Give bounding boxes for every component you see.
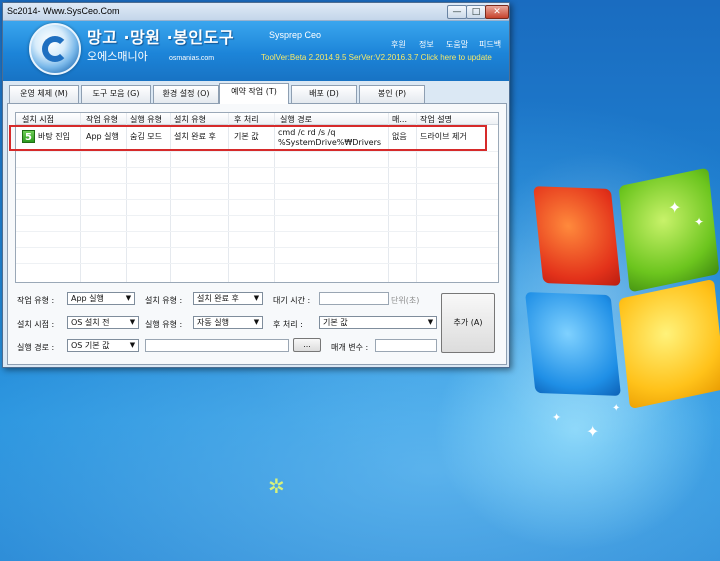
task-type-value: App 실행 bbox=[71, 294, 104, 303]
chevron-down-icon: ▼ bbox=[253, 318, 260, 326]
install-time-label: 설치 시점 : bbox=[17, 320, 55, 329]
maximize-button[interactable]: □ bbox=[466, 5, 486, 19]
install-type-select[interactable]: 설치 완료 후 ▼ bbox=[193, 292, 263, 305]
install-time-value: OS 설치 전 bbox=[71, 318, 110, 327]
windows-logo bbox=[520, 167, 720, 430]
add-button[interactable]: 추가 (A) bbox=[441, 293, 495, 353]
run-path-combo-value: OS 기본 값 bbox=[71, 341, 110, 350]
minimize-button[interactable]: — bbox=[447, 5, 467, 19]
sparkle-icon: ✦ bbox=[552, 411, 562, 424]
windows-logo-red-pane bbox=[533, 186, 621, 286]
chevron-down-icon: ▼ bbox=[129, 318, 136, 326]
row-divider bbox=[16, 263, 498, 264]
app-logo-icon bbox=[29, 23, 81, 75]
banner-title: 망고 ·망원 ·봉인도구 bbox=[87, 28, 235, 47]
row-divider bbox=[16, 151, 498, 152]
install-type-value: 설치 완료 후 bbox=[197, 294, 239, 303]
task-list-header: 설치 시점 작업 유형 실행 유형 설치 유형 후 처리 실행 경로 매... … bbox=[16, 113, 498, 125]
chevron-down-icon: ▼ bbox=[253, 294, 260, 302]
version-update-link[interactable]: ToolVer:Beta 2.2014.9.5 SerVer:V2.2016.3… bbox=[261, 53, 492, 62]
column-install-type[interactable]: 설치 유형 bbox=[174, 114, 206, 125]
window-title: Sc2014- Www.SysCeo.Com bbox=[7, 6, 120, 16]
run-path-select[interactable]: OS 기본 값 ▼ bbox=[67, 339, 139, 352]
run-type-label: 실행 유형 : bbox=[145, 320, 183, 329]
install-time-select[interactable]: OS 설치 전 ▼ bbox=[67, 316, 139, 329]
sparkle-icon: ✦ bbox=[694, 215, 705, 229]
row-divider bbox=[16, 247, 498, 248]
row-divider bbox=[16, 167, 498, 168]
tab-bar: 운영 체제 (M) 도구 모음 (G) 환경 설정 (O) 예약 작업 (T) … bbox=[7, 83, 507, 104]
param-label: 매개 변수 : bbox=[331, 343, 369, 352]
tab-seal[interactable]: 봉인 (P) bbox=[359, 85, 425, 103]
install-type-label: 설치 유형 : bbox=[145, 296, 183, 305]
banner-site: osmanias.com bbox=[169, 55, 215, 62]
task-type-label: 작업 유형 : bbox=[17, 296, 55, 305]
column-post-process[interactable]: 후 처리 bbox=[234, 114, 259, 125]
browse-button[interactable]: ... bbox=[293, 338, 321, 352]
titlebar[interactable]: Sc2014- Www.SysCeo.Com — □ ✕ bbox=[3, 3, 509, 21]
windows-logo-blue-pane bbox=[525, 292, 621, 396]
menu-donate[interactable]: 후원 bbox=[391, 39, 406, 50]
column-run-path[interactable]: 실행 경로 bbox=[280, 114, 312, 125]
row-divider bbox=[16, 231, 498, 232]
run-type-select[interactable]: 자동 실행 ▼ bbox=[193, 316, 263, 329]
column-description[interactable]: 작업 설명 bbox=[420, 114, 452, 125]
windows-logo-green-pane bbox=[618, 167, 720, 293]
run-type-value: 자동 실행 bbox=[197, 318, 229, 327]
chevron-down-icon: ▼ bbox=[427, 318, 434, 326]
menu-feedback[interactable]: 피드백 bbox=[479, 39, 501, 50]
app-banner: 망고 ·망원 ·봉인도구 Sysprep Ceo 오에스매니아 osmanias… bbox=[3, 21, 509, 81]
banner-subtitle: Sysprep Ceo bbox=[269, 30, 322, 40]
menu-help[interactable]: 도움말 bbox=[446, 39, 468, 50]
run-path-label: 실행 경로 : bbox=[17, 343, 55, 352]
wait-time-unit: 단위(초) bbox=[391, 296, 420, 305]
highlight-annotation bbox=[9, 125, 487, 151]
sparkle-icon: ✦ bbox=[586, 422, 600, 441]
post-process-select[interactable]: 기본 값 ▼ bbox=[319, 316, 437, 329]
task-type-select[interactable]: App 실행 ▼ bbox=[67, 292, 135, 305]
windows-logo-yellow-pane bbox=[618, 278, 720, 410]
param-input[interactable] bbox=[375, 339, 437, 352]
column-task-type[interactable]: 작업 유형 bbox=[86, 114, 118, 125]
column-run-type[interactable]: 실행 유형 bbox=[130, 114, 162, 125]
app-logo-mark bbox=[42, 36, 68, 62]
row-divider bbox=[16, 183, 498, 184]
sparkle-icon: ✦ bbox=[612, 403, 621, 414]
tab-settings[interactable]: 환경 설정 (O) bbox=[153, 85, 219, 103]
banner-korean-name: 오에스매니아 bbox=[87, 50, 148, 63]
column-param[interactable]: 매... bbox=[392, 114, 407, 125]
menu-info[interactable]: 정보 bbox=[419, 39, 434, 50]
close-button[interactable]: ✕ bbox=[485, 5, 509, 19]
column-install-time[interactable]: 설치 시점 bbox=[22, 114, 54, 125]
grass-sprout-icon: ✲ bbox=[268, 474, 285, 498]
tab-scheduled-tasks[interactable]: 예약 작업 (T) bbox=[219, 83, 289, 104]
row-divider bbox=[16, 199, 498, 200]
run-path-input[interactable] bbox=[145, 339, 289, 352]
chevron-down-icon: ▼ bbox=[129, 341, 136, 349]
wait-time-label: 대기 시간 : bbox=[273, 296, 311, 305]
post-process-label: 후 처리 : bbox=[273, 320, 303, 329]
sparkle-icon: ✦ bbox=[668, 198, 682, 217]
post-process-value: 기본 값 bbox=[323, 318, 348, 327]
chevron-down-icon: ▼ bbox=[125, 294, 132, 302]
row-divider bbox=[16, 215, 498, 216]
wait-time-input[interactable] bbox=[319, 292, 389, 305]
tab-os[interactable]: 운영 체제 (M) bbox=[9, 85, 79, 103]
app-window: Sc2014- Www.SysCeo.Com — □ ✕ 망고 ·망원 ·봉인도… bbox=[2, 2, 510, 368]
tab-deploy[interactable]: 배포 (D) bbox=[291, 85, 357, 103]
tab-tools[interactable]: 도구 모음 (G) bbox=[81, 85, 151, 103]
